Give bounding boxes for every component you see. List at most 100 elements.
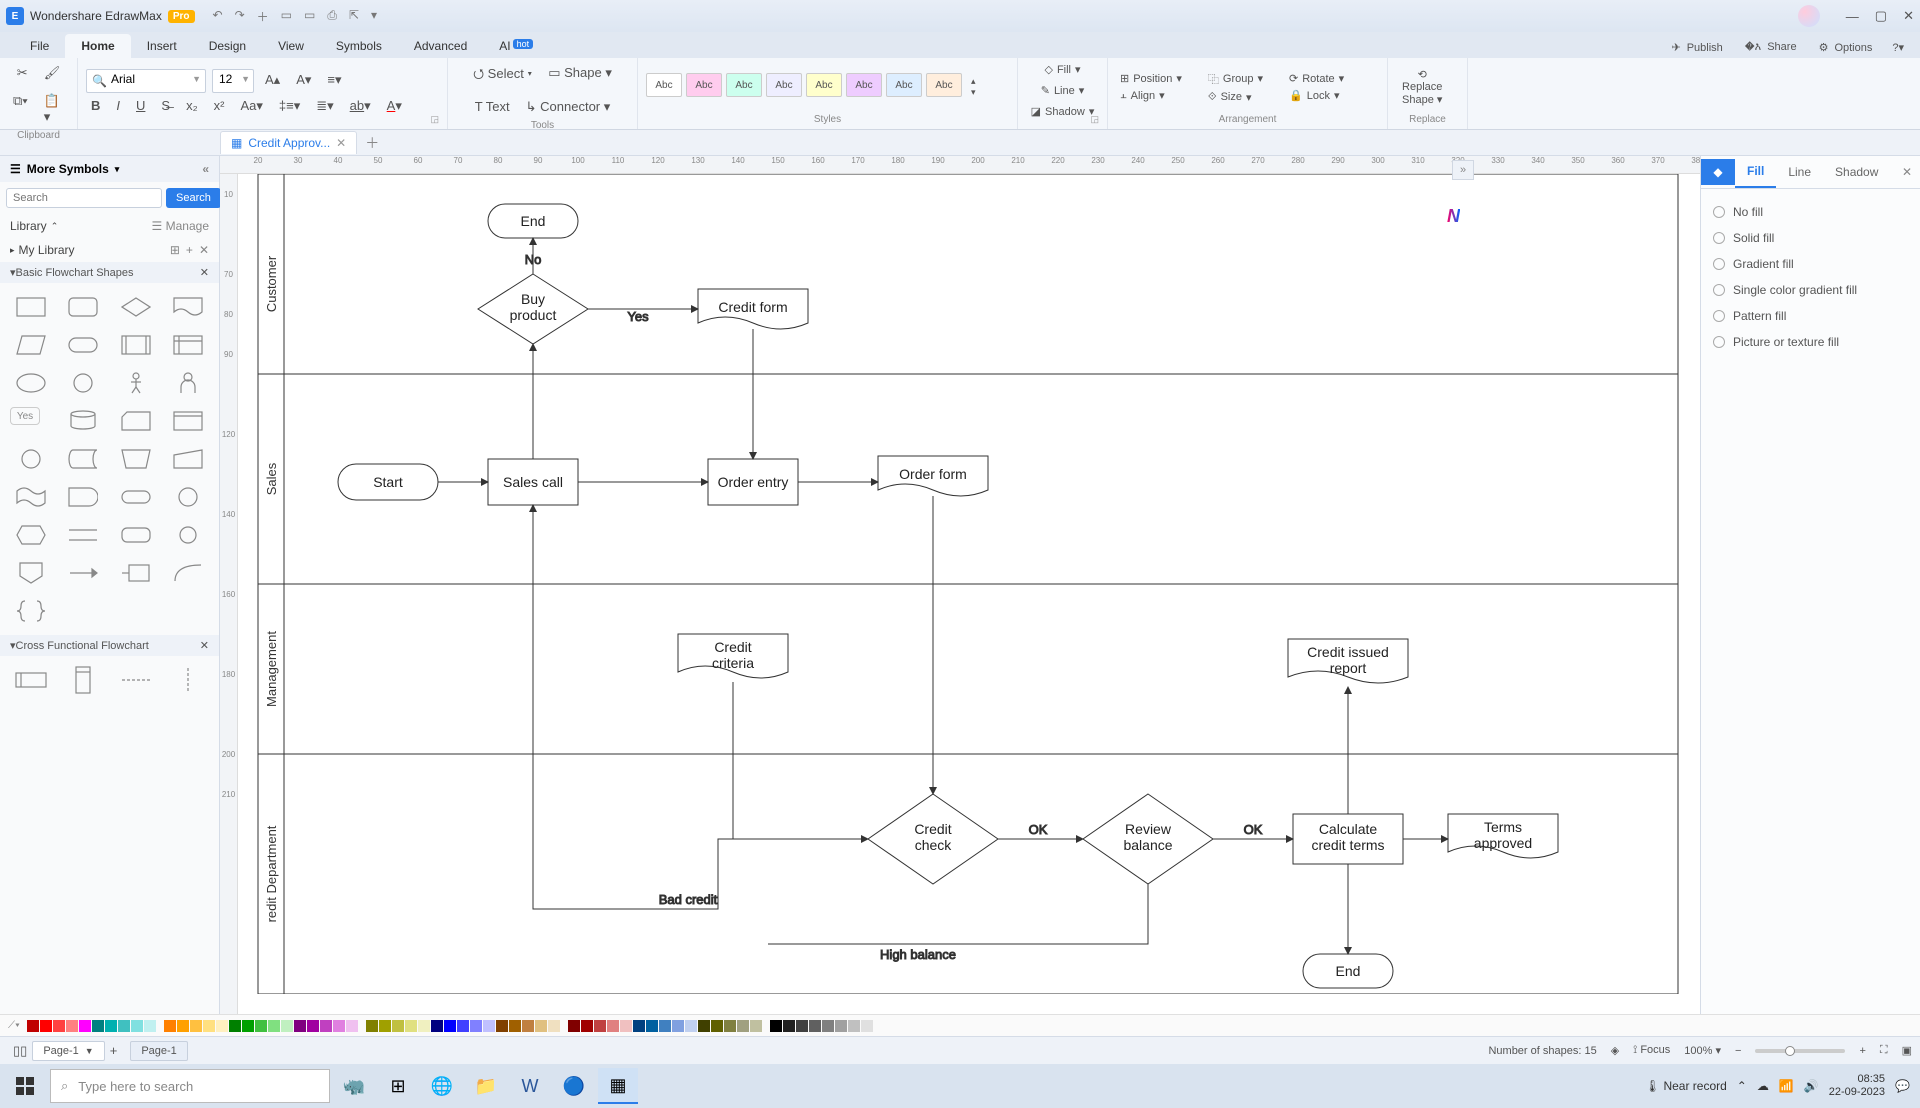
color-swatch[interactable] — [379, 1020, 391, 1032]
connector-tool[interactable]: ↳ Connector ▾ — [521, 96, 616, 118]
shape-display[interactable] — [167, 407, 209, 435]
layers-icon[interactable]: ◈ — [1611, 1044, 1619, 1057]
format-shape-icon[interactable]: ◆ — [1701, 159, 1735, 185]
color-swatch[interactable] — [848, 1020, 860, 1032]
shape-rounded-rect[interactable] — [62, 293, 104, 321]
color-swatch[interactable] — [685, 1020, 697, 1032]
shape-person[interactable] — [167, 369, 209, 397]
color-swatch[interactable] — [496, 1020, 508, 1032]
zoom-slider[interactable] — [1755, 1049, 1845, 1053]
shape-brace[interactable] — [10, 597, 52, 625]
my-library-item[interactable]: My Library — [19, 243, 75, 257]
size-menu[interactable]: ⟐ Size▾ — [1204, 90, 1267, 105]
color-swatch[interactable] — [861, 1020, 873, 1032]
color-swatch[interactable] — [281, 1020, 293, 1032]
color-swatch[interactable] — [444, 1020, 456, 1032]
style-thumb[interactable]: Abc — [726, 73, 762, 97]
color-swatch[interactable] — [672, 1020, 684, 1032]
shape-hexagon[interactable] — [10, 521, 52, 549]
shape-parallel[interactable] — [62, 521, 104, 549]
color-swatch[interactable] — [216, 1020, 228, 1032]
group-menu[interactable]: ⿻ Group▾ — [1204, 70, 1267, 88]
fill-option[interactable]: No fill — [1711, 199, 1910, 225]
copy-icon[interactable]: ⧉▾ — [8, 90, 33, 128]
rotate-menu[interactable]: ⟳ Rotate▾ — [1285, 71, 1348, 86]
start-button[interactable] — [4, 1068, 46, 1104]
color-swatch[interactable] — [711, 1020, 723, 1032]
focus-button[interactable]: ⟟ Focus — [1633, 1044, 1670, 1057]
shape-pill[interactable] — [115, 483, 157, 511]
color-swatch[interactable] — [418, 1020, 430, 1032]
shape-card[interactable] — [115, 407, 157, 435]
fill-menu[interactable]: ◇ Fill ▾ — [1040, 62, 1084, 77]
color-swatch[interactable] — [268, 1020, 280, 1032]
color-swatch[interactable] — [346, 1020, 358, 1032]
taskbar-edge-icon[interactable]: 🌐 — [422, 1068, 462, 1104]
style-thumb[interactable]: Abc — [846, 73, 882, 97]
tray-notifications-icon[interactable]: 💬 — [1895, 1079, 1910, 1093]
underline-icon[interactable]: U — [131, 95, 150, 117]
color-swatch[interactable] — [242, 1020, 254, 1032]
publish-button[interactable]: ✈Publish — [1667, 37, 1726, 58]
document-tab[interactable]: ▦ Credit Approv... ✕ — [220, 131, 357, 154]
style-thumb[interactable]: Abc — [646, 73, 682, 97]
qat-more-icon[interactable]: ▾ — [371, 8, 377, 25]
font-color-icon[interactable]: A▾ — [382, 95, 407, 117]
color-swatch[interactable] — [131, 1020, 143, 1032]
section-cross-functional[interactable]: ▾ Cross Functional Flowchart✕ — [0, 635, 219, 656]
print-icon[interactable]: ⎙ — [327, 8, 337, 25]
color-swatch[interactable] — [607, 1020, 619, 1032]
color-swatch[interactable] — [92, 1020, 104, 1032]
grow-font-icon[interactable]: A▴ — [260, 69, 285, 93]
style-thumb[interactable]: Abc — [926, 73, 962, 97]
redo-icon[interactable]: ↷ — [235, 8, 245, 25]
color-swatch[interactable] — [177, 1020, 189, 1032]
style-thumb[interactable]: Abc — [766, 73, 802, 97]
canvas[interactable]: N Customer Sales Management — [238, 174, 1700, 1014]
color-swatch[interactable] — [822, 1020, 834, 1032]
color-swatch[interactable] — [144, 1020, 156, 1032]
case-icon[interactable]: Aa▾ — [235, 95, 267, 117]
color-swatch[interactable] — [294, 1020, 306, 1032]
color-swatch[interactable] — [307, 1020, 319, 1032]
color-swatch[interactable] — [770, 1020, 782, 1032]
color-swatch[interactable] — [27, 1020, 39, 1032]
tray-wifi-icon[interactable]: 📶 — [1779, 1079, 1794, 1093]
color-swatch[interactable] — [522, 1020, 534, 1032]
tab-file[interactable]: File — [14, 34, 65, 58]
color-swatch[interactable] — [118, 1020, 130, 1032]
color-swatch[interactable] — [659, 1020, 671, 1032]
fill-option[interactable]: Solid fill — [1711, 225, 1910, 251]
color-swatch[interactable] — [548, 1020, 560, 1032]
tab-shadow[interactable]: Shadow — [1823, 157, 1890, 187]
bold-icon[interactable]: B — [86, 95, 105, 117]
shape-terminator[interactable] — [62, 331, 104, 359]
color-swatch[interactable] — [835, 1020, 847, 1032]
shape-vlane[interactable] — [62, 666, 104, 694]
add-page-icon[interactable]: + — [105, 1040, 123, 1061]
shape-hlane[interactable] — [10, 666, 52, 694]
minimize-icon[interactable]: — — [1846, 9, 1859, 24]
fullscreen-icon[interactable]: ▣ — [1902, 1044, 1912, 1057]
share-button[interactable]: �እShare — [1741, 37, 1801, 58]
color-swatch[interactable] — [105, 1020, 117, 1032]
tab-advanced[interactable]: Advanced — [398, 34, 483, 58]
color-swatch[interactable] — [783, 1020, 795, 1032]
color-swatch[interactable] — [203, 1020, 215, 1032]
shape-internal[interactable] — [167, 331, 209, 359]
shape-tape[interactable] — [10, 483, 52, 511]
align-menu[interactable]: ⫠ Align▾ — [1116, 88, 1186, 103]
library-label[interactable]: Library — [10, 219, 47, 233]
color-swatch[interactable] — [698, 1020, 710, 1032]
select-tool[interactable]: ⭯ Select ▾ — [468, 62, 537, 90]
format-painter-icon[interactable]: 🖌 — [39, 62, 66, 84]
tab-line[interactable]: Line — [1776, 157, 1823, 187]
highlight-icon[interactable]: ab▾ — [345, 95, 376, 117]
undo-icon[interactable]: ↶ — [213, 8, 223, 25]
section-close-icon[interactable]: ✕ — [200, 266, 209, 279]
color-swatch[interactable] — [568, 1020, 580, 1032]
color-swatch[interactable] — [366, 1020, 378, 1032]
tray-up-icon[interactable]: ⌃ — [1737, 1079, 1747, 1093]
fill-option[interactable]: Pattern fill — [1711, 303, 1910, 329]
options-button[interactable]: ⚙Options — [1815, 37, 1877, 58]
